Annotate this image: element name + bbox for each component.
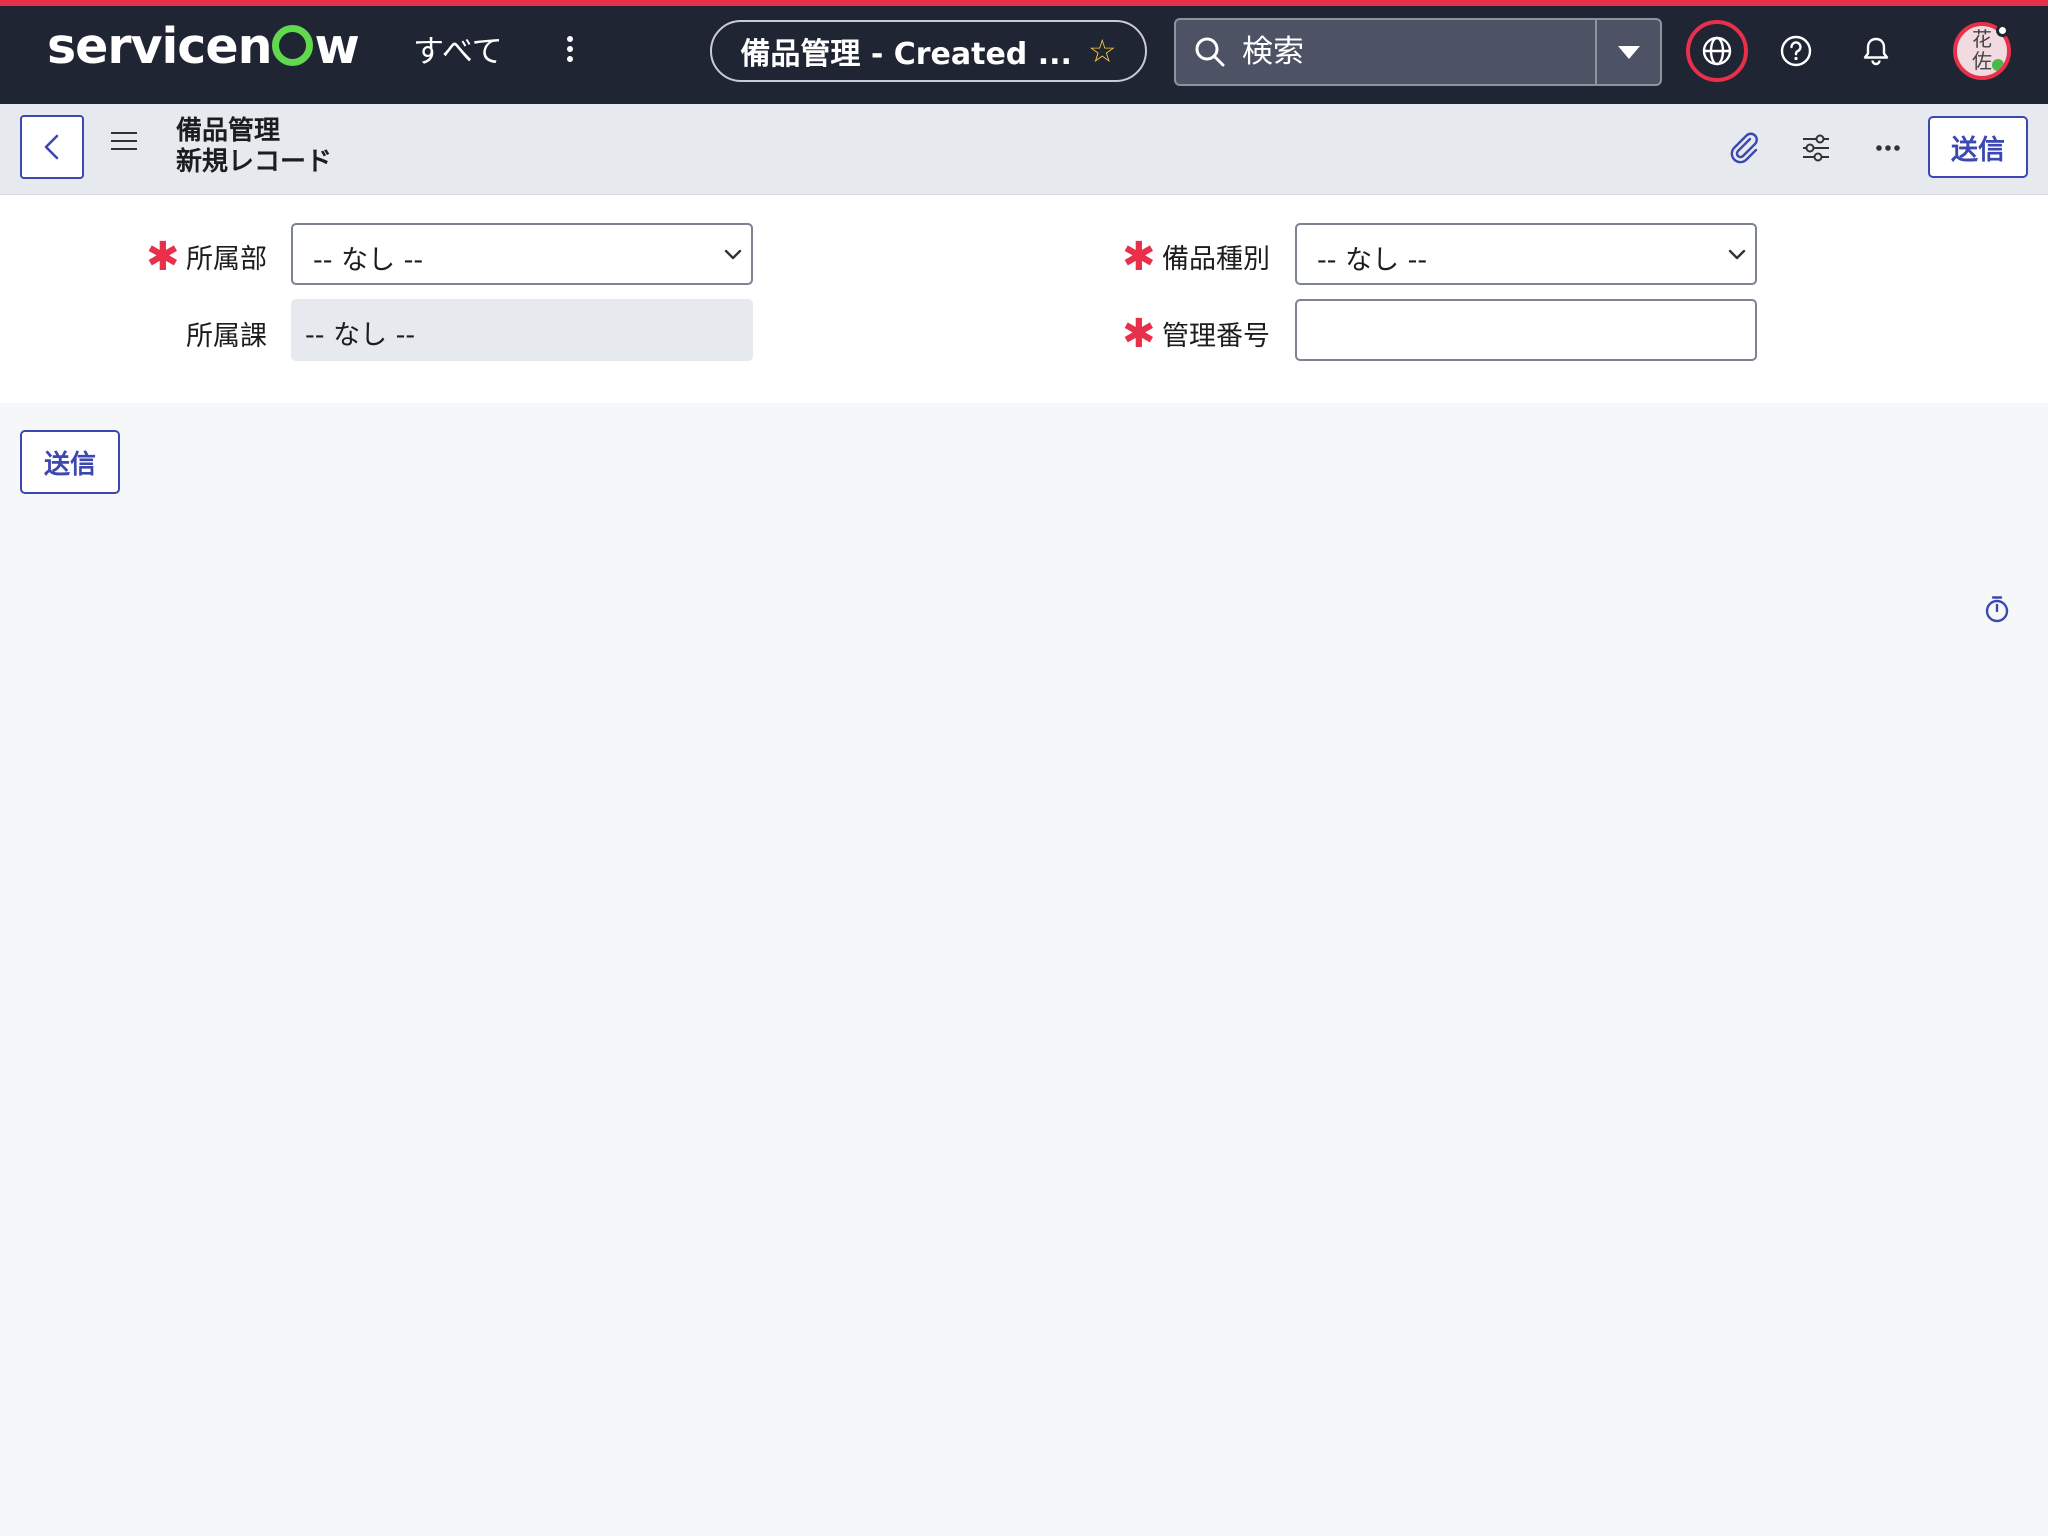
globe-icon <box>1702 36 1732 66</box>
field-label-asset-number: 管理番号 <box>1162 321 1270 352</box>
chevron-down-icon <box>724 249 742 260</box>
chevron-left-icon <box>44 134 59 160</box>
avatar-status-ring <box>1996 24 2009 37</box>
form-title: 備品管理 新規レコード <box>176 116 332 178</box>
field-label-section: 所属課 <box>186 321 267 352</box>
required-indicator: ✱ <box>146 234 180 280</box>
more-menu-icon[interactable] <box>558 36 582 66</box>
online-status-dot <box>1992 59 2004 71</box>
language-button[interactable] <box>1686 20 1748 82</box>
asset-number-input[interactable] <box>1297 301 1755 359</box>
search-input[interactable] <box>1242 28 1562 76</box>
equipment-type-select[interactable]: -- なし -- <box>1295 223 1757 285</box>
logo-o-ring <box>272 25 314 66</box>
form-menu-icon[interactable] <box>111 132 137 156</box>
back-button[interactable] <box>20 115 84 179</box>
servicenow-logo[interactable]: servicen w <box>47 16 360 78</box>
context-title-pill[interactable]: 備品管理 - Created ... ☆ <box>710 20 1147 82</box>
form-section: ✱ 所属部 -- なし -- 所属課 -- なし -- ✱ 備品種別 -- なし… <box>0 195 2048 403</box>
search-icon <box>1195 37 1225 67</box>
required-indicator: ✱ <box>1122 311 1156 357</box>
bell-icon <box>1863 37 1889 66</box>
department-select[interactable]: -- なし -- <box>291 223 753 285</box>
form-record-status: 新規レコード <box>176 147 333 177</box>
section-field-value: -- なし -- <box>305 320 416 351</box>
section-readonly-field: -- なし -- <box>291 299 753 361</box>
search-scope-dropdown-icon[interactable] <box>1618 46 1640 59</box>
context-title: 備品管理 - Created ... <box>740 37 1072 72</box>
search-divider <box>1595 20 1597 84</box>
all-menu-button[interactable]: すべて <box>413 26 503 71</box>
navbar-accent-stripe <box>0 0 2048 6</box>
global-search <box>1174 18 1662 86</box>
form-table-name: 備品管理 <box>176 116 281 146</box>
form-header: 備品管理 新規レコード 送信 <box>0 104 2048 195</box>
chevron-down-icon <box>1728 249 1746 260</box>
field-label-equipment-type: 備品種別 <box>1162 244 1270 275</box>
notifications-button[interactable] <box>1845 20 1907 82</box>
favorite-star-icon[interactable]: ☆ <box>1088 32 1117 70</box>
field-label-department: 所属部 <box>186 244 267 275</box>
stopwatch-icon[interactable] <box>1982 594 2012 624</box>
required-indicator: ✱ <box>1122 234 1156 280</box>
more-actions-icon[interactable] <box>1870 130 1906 166</box>
help-button[interactable] <box>1765 20 1827 82</box>
department-select-value: -- なし -- <box>313 245 424 276</box>
equipment-type-select-value: -- なし -- <box>1317 245 1428 276</box>
submit-button-header[interactable]: 送信 <box>1928 116 2028 178</box>
help-icon <box>1780 35 1812 67</box>
attachment-icon[interactable] <box>1726 130 1762 166</box>
asset-number-field <box>1295 299 1757 361</box>
top-navbar: servicen w すべて 備品管理 - Created ... ☆ 検索 花… <box>0 0 2048 104</box>
submit-button-footer[interactable]: 送信 <box>20 430 120 494</box>
personalize-form-icon[interactable] <box>1798 130 1834 166</box>
